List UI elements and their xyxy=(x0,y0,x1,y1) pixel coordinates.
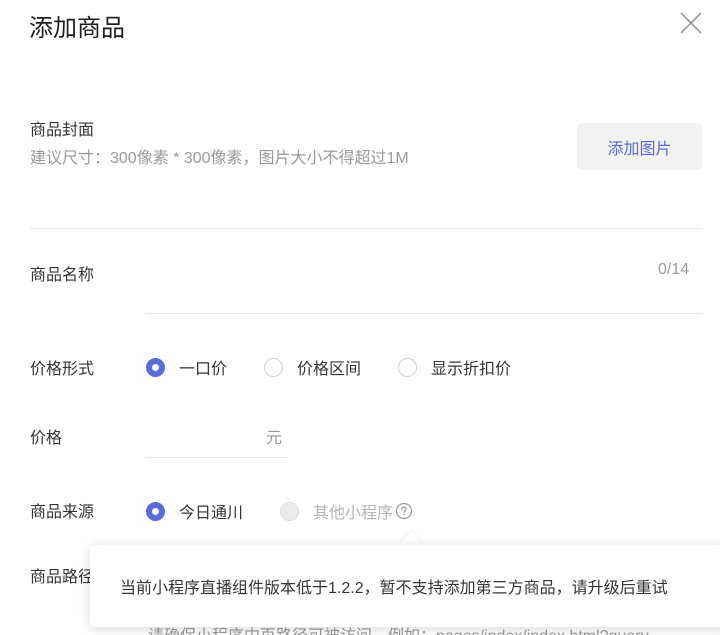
price-label: 价格 xyxy=(30,430,63,447)
section-divider xyxy=(30,228,702,229)
name-label: 商品名称 xyxy=(30,267,95,284)
radio-label: 价格区间 xyxy=(297,361,362,378)
unsupported-tooltip: 当前小程序直播组件版本低于1.2.2，暂不支持添加第三方商品，请升级后重试 xyxy=(90,545,720,627)
path-label: 商品路径 xyxy=(30,569,95,586)
price-type-label: 价格形式 xyxy=(30,361,95,378)
price-input-underline xyxy=(146,457,288,458)
radio-label: 其他小程序 xyxy=(313,505,394,522)
radio-label: 今日通川 xyxy=(179,505,244,522)
name-input-underline xyxy=(146,313,702,314)
add-image-button[interactable]: 添加图片 xyxy=(577,123,702,170)
price-type-range-radio[interactable]: 价格区间 xyxy=(264,355,361,379)
radio-label: 显示折扣价 xyxy=(431,361,512,378)
dialog-title: 添加商品 xyxy=(29,15,125,42)
product-name-input[interactable] xyxy=(146,252,646,292)
cover-label: 商品封面 xyxy=(30,122,95,139)
radio-dot xyxy=(398,357,417,377)
cover-size-hint: 建议尺寸：300像素 * 300像素，图片大小不得超过1M xyxy=(30,150,409,167)
price-type-fixed-radio[interactable]: 一口价 xyxy=(146,355,227,379)
radio-dot xyxy=(264,357,283,377)
close-icon xyxy=(680,12,702,34)
radio-label: 一口价 xyxy=(179,361,228,378)
source-other-radio[interactable]: 其他小程序 xyxy=(280,499,413,523)
source-label: 商品来源 xyxy=(30,504,95,521)
tooltip-text: 当前小程序直播组件版本低于1.2.2，暂不支持添加第三方商品，请升级后重试 xyxy=(120,580,668,597)
radio-dot xyxy=(146,501,165,521)
name-char-count: 0/14 xyxy=(658,261,690,278)
source-current-radio[interactable]: 今日通川 xyxy=(146,499,243,523)
radio-dot xyxy=(280,501,299,521)
radio-dot xyxy=(146,357,165,377)
question-circle-icon[interactable] xyxy=(395,502,413,520)
price-input[interactable] xyxy=(146,416,261,452)
price-type-discount-radio[interactable]: 显示折扣价 xyxy=(398,355,511,379)
close-button[interactable] xyxy=(676,8,706,38)
price-unit: 元 xyxy=(266,430,283,447)
